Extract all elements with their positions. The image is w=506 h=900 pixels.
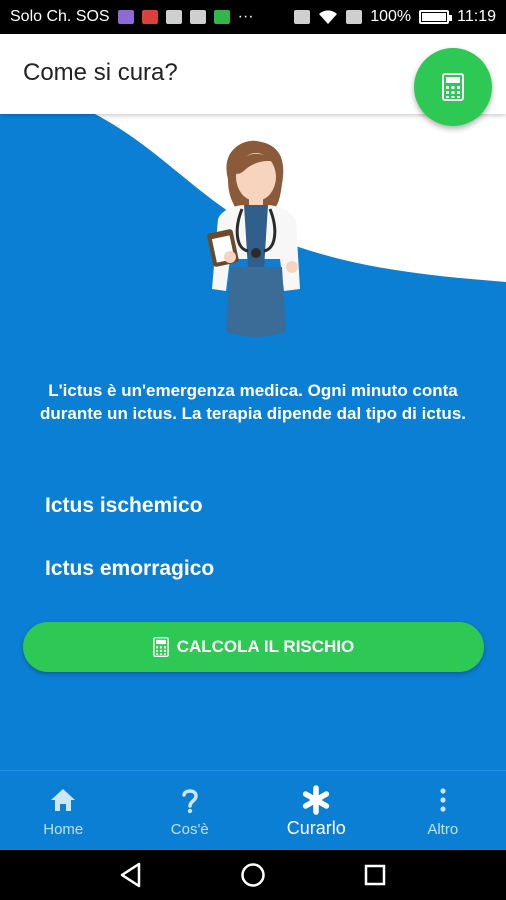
calcola-rischio-label: CALCOLA IL RISCHIO bbox=[176, 637, 355, 656]
option-ictus-ischemico[interactable]: Ictus ischemico bbox=[45, 494, 203, 518]
nav-label-altro: Altro bbox=[427, 821, 459, 838]
recents-icon[interactable] bbox=[363, 863, 387, 887]
asterisk-icon bbox=[303, 785, 330, 815]
battery-icon bbox=[419, 10, 453, 24]
home-circle-icon[interactable] bbox=[240, 862, 266, 888]
more-vertical-icon bbox=[440, 788, 446, 812]
nav-label-home: Home bbox=[43, 821, 84, 838]
nav-item-cose[interactable]: Cos'è bbox=[127, 771, 254, 850]
nav-label-curarlo: Curarlo bbox=[286, 818, 346, 838]
carrier-label: Solo Ch. SOS bbox=[10, 8, 110, 25]
nav-item-altro[interactable]: Altro bbox=[380, 771, 506, 850]
status-bar-right: 100% 11:19 bbox=[294, 8, 496, 26]
question-icon bbox=[182, 789, 198, 814]
nav-item-curarlo[interactable]: Curarlo bbox=[253, 771, 380, 850]
intro-text: L'ictus è un'emergenza medica. Ogni minu… bbox=[40, 381, 466, 423]
clock: 11:19 bbox=[457, 8, 496, 25]
main-content: L'ictus è un'emergenza medica. Ogni minu… bbox=[0, 114, 506, 770]
doctor-illustration bbox=[207, 140, 300, 337]
gmail-icon bbox=[141, 10, 158, 24]
system-navigation-bar bbox=[0, 850, 506, 900]
calculator-icon bbox=[442, 73, 464, 101]
nav-item-home[interactable]: Home bbox=[0, 771, 127, 850]
more-icon: ··· bbox=[237, 8, 254, 25]
wifi-icon bbox=[319, 10, 338, 24]
mail-icon bbox=[189, 10, 206, 24]
app-icon bbox=[213, 10, 230, 24]
nav-label-cose: Cos'è bbox=[170, 821, 209, 838]
page-title: Come si cura? bbox=[23, 59, 178, 86]
back-icon[interactable] bbox=[119, 862, 143, 888]
status-bar: Solo Ch. SOS ··· 100% 11:19 bbox=[0, 0, 506, 34]
sim-icon bbox=[346, 10, 363, 24]
bottom-navigation: Home Cos'è Curarlo Altro bbox=[0, 770, 506, 850]
app-icon bbox=[117, 10, 134, 24]
option-ictus-emorragico[interactable]: Ictus emorragico bbox=[45, 557, 214, 581]
image-icon bbox=[165, 10, 182, 24]
calculator-icon bbox=[152, 637, 169, 657]
calculator-fab-button[interactable] bbox=[414, 48, 492, 126]
calcola-rischio-button[interactable]: CALCOLA IL RISCHIO bbox=[23, 622, 484, 672]
nfc-icon bbox=[294, 10, 311, 24]
battery-percent: 100% bbox=[370, 8, 412, 25]
home-icon bbox=[51, 789, 76, 811]
status-bar-left: Solo Ch. SOS ··· bbox=[10, 8, 254, 26]
